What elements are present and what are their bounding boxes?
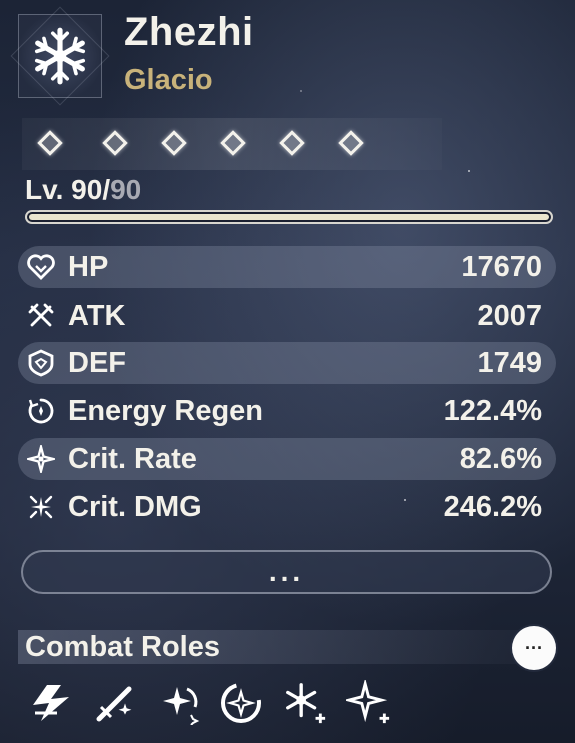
crit-dmg-icon <box>26 492 56 522</box>
character-name: Zhezhi <box>124 10 254 54</box>
stat-row-def: DEF 1749 <box>18 342 556 384</box>
background-star <box>300 90 302 92</box>
atk-icon <box>26 301 56 331</box>
crit-rate-icon <box>26 444 56 474</box>
def-icon <box>26 348 56 378</box>
element-name: Glacio <box>124 64 213 96</box>
stat-row-crit-dmg: Crit. DMG 246.2% <box>18 486 556 528</box>
level-label: Lv. 90/90 <box>25 174 141 206</box>
stat-row-energy-regen: Energy Regen 122.4% <box>18 390 556 432</box>
snowflake-plus-role-icon[interactable] <box>282 680 328 726</box>
stat-label: HP <box>68 250 109 283</box>
sparkle-swirl-role-icon[interactable] <box>156 680 202 726</box>
level-current: 90 <box>71 174 103 205</box>
stat-value: 122.4% <box>443 394 542 427</box>
background-star <box>468 170 470 172</box>
combat-roles-more-button[interactable]: ··· <box>512 626 556 670</box>
sequence-node-5[interactable] <box>279 130 305 156</box>
stat-label: Energy Regen <box>68 394 263 427</box>
stat-value: 246.2% <box>443 490 542 523</box>
sequence-nodes <box>22 118 442 170</box>
stat-value: 1749 <box>477 346 542 379</box>
level-max: 90 <box>110 174 142 205</box>
sequence-node-1[interactable] <box>37 130 63 156</box>
lightning-role-icon[interactable] <box>28 680 74 726</box>
stat-row-hp: HP 17670 <box>18 246 556 288</box>
circle-sparkle-role-icon[interactable] <box>218 680 264 726</box>
sequence-node-3[interactable] <box>161 130 187 156</box>
level-prefix: Lv. <box>25 174 72 205</box>
stat-label: Crit. Rate <box>68 442 197 475</box>
stat-value: 2007 <box>477 299 542 332</box>
sword-role-icon[interactable] <box>92 680 138 726</box>
glacio-emblem <box>18 14 102 98</box>
stat-value: 17670 <box>461 250 542 283</box>
combat-roles-title: Combat Roles <box>25 631 220 663</box>
energy-regen-icon <box>26 396 56 426</box>
level-progress-bar <box>25 210 553 224</box>
stat-value: 82.6% <box>459 442 542 475</box>
snowflake-icon <box>34 27 86 85</box>
stat-label: Crit. DMG <box>68 490 202 523</box>
stat-row-crit-rate: Crit. Rate 82.6% <box>18 438 556 480</box>
sequence-node-2[interactable] <box>102 130 128 156</box>
stat-label: DEF <box>68 346 126 379</box>
sparkle-plus-role-icon[interactable] <box>346 680 392 726</box>
more-details-button[interactable]: ... <box>21 550 552 594</box>
stat-label: ATK <box>68 299 126 332</box>
sequence-node-6[interactable] <box>338 130 364 156</box>
stat-row-atk: ATK 2007 <box>18 295 556 337</box>
hp-icon <box>26 252 56 282</box>
sequence-node-4[interactable] <box>220 130 246 156</box>
level-separator: / <box>102 174 111 205</box>
level-progress-fill <box>29 214 549 220</box>
